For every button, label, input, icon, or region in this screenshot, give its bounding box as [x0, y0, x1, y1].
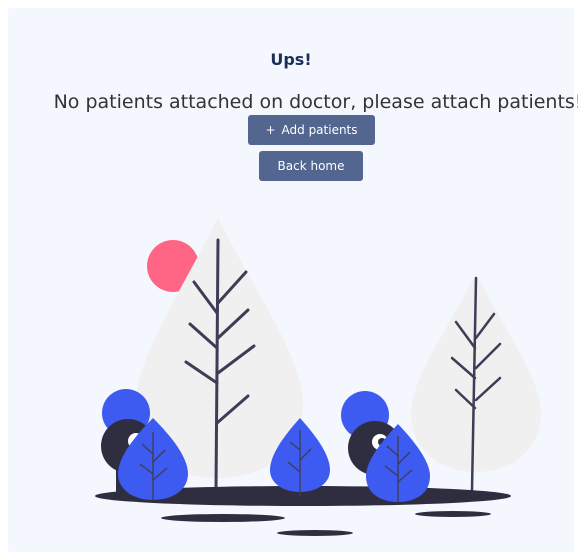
- empty-state-title: Ups!: [270, 50, 312, 69]
- add-patients-button[interactable]: + Add patients: [248, 115, 375, 145]
- add-patients-label: Add patients: [281, 123, 358, 137]
- ground-shadow-small: [161, 514, 285, 522]
- back-home-button[interactable]: Back home: [259, 151, 363, 181]
- empty-state-card: Ups! No patients attached on doctor, ple…: [8, 8, 578, 552]
- empty-state-message: No patients attached on doctor, please a…: [53, 91, 578, 113]
- empty-state-illustration: [95, 218, 541, 536]
- ground-shadow-small: [415, 511, 491, 517]
- ground-shadow-small: [277, 530, 353, 536]
- plus-icon: +: [265, 123, 276, 137]
